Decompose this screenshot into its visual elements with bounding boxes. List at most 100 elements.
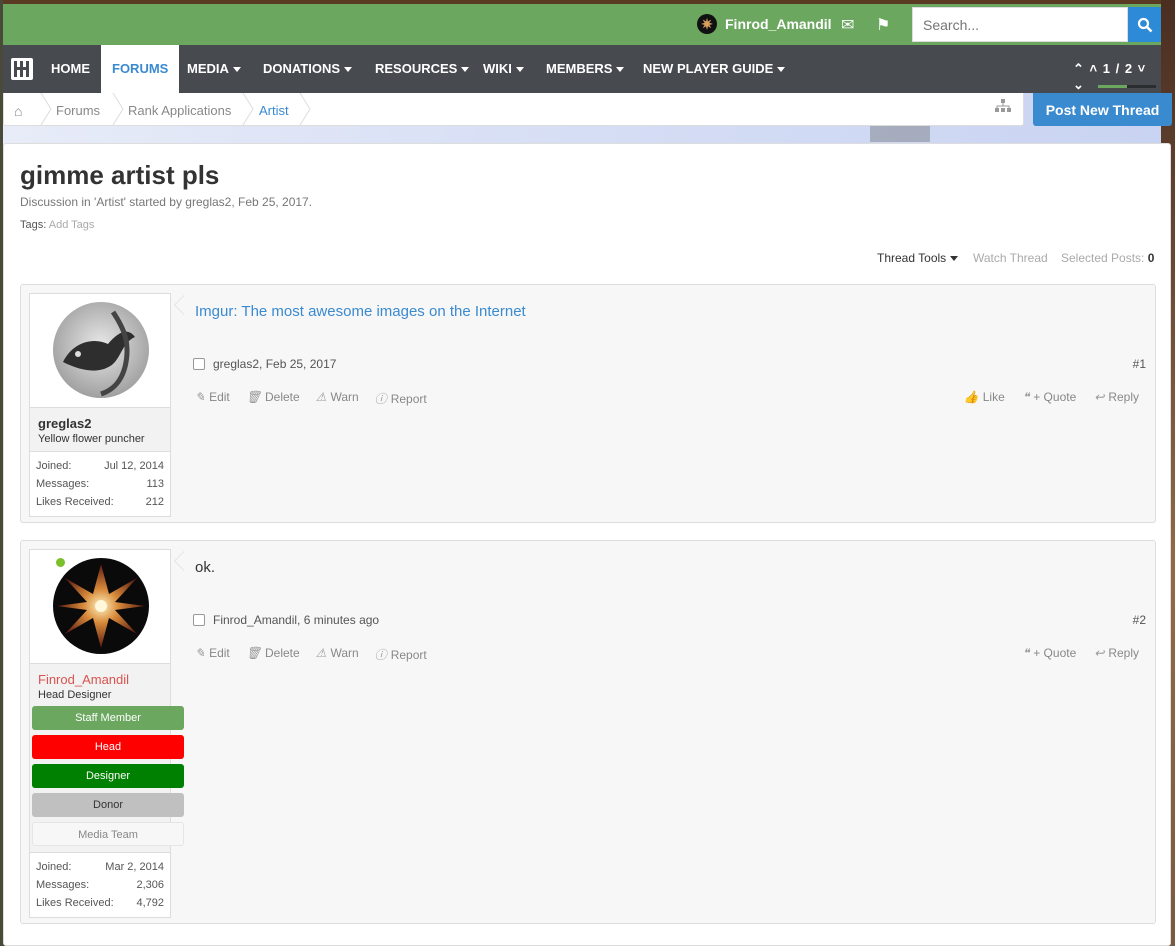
reply-button[interactable]: ↩ Reply: [1094, 390, 1139, 404]
messages-label: Messages:: [36, 478, 90, 490]
trash-icon: 🗑: [245, 390, 261, 404]
reply-button[interactable]: ↩ Reply: [1094, 646, 1139, 660]
thread-description: Discussion in 'Artist' started by gregla…: [20, 195, 313, 209]
joined-value: Mar 2, 2014: [105, 861, 164, 873]
username[interactable]: greglas2: [38, 416, 162, 431]
imgur-link[interactable]: Imgur: The most awesome images on the In…: [195, 303, 526, 320]
post-2: Finrod_Amandil Head Designer Staff Membe…: [20, 540, 1156, 924]
chevron-down-icon: [616, 67, 625, 73]
avatar[interactable]: [53, 558, 149, 654]
mail-icon[interactable]: ✉: [841, 15, 854, 35]
edit-button[interactable]: ✎ Edit: [195, 390, 230, 407]
username[interactable]: Finrod_Amandil: [38, 672, 162, 687]
post-number[interactable]: #1: [1133, 357, 1146, 371]
user-card: Finrod_Amandil Head Designer Staff Membe…: [29, 549, 184, 918]
search-button[interactable]: [1128, 7, 1161, 42]
likes-label: Likes Received:: [36, 496, 114, 508]
post-number[interactable]: #2: [1133, 613, 1146, 627]
user-stats: Joined: Jul 12, 2014 Messages: 113 Likes R…: [30, 451, 170, 516]
thumbs-up-icon: 👍: [963, 390, 979, 404]
flag-icon[interactable]: ⚑: [876, 15, 890, 35]
chevron-down-icon: [344, 67, 353, 73]
nav-media[interactable]: MEDIA: [187, 45, 241, 93]
nav-home[interactable]: HOME: [51, 45, 90, 93]
user-stats: Joined: Mar 2, 2014 Messages: 2,306 Likes …: [30, 852, 170, 917]
badge-staff-member: Staff Member: [32, 706, 184, 730]
site-logo-icon[interactable]: [11, 58, 33, 80]
watch-thread-link[interactable]: Watch Thread: [973, 251, 1048, 265]
post-actions: ✎ Edit 🗑 Delete ⚠ Warn ⓘ Report: [195, 390, 443, 407]
reply-icon: ↩: [1094, 646, 1105, 660]
user-menu[interactable]: ✷ Finrod_Amandil: [697, 14, 832, 34]
post-new-thread-button[interactable]: Post New Thread: [1033, 93, 1172, 126]
add-tags-link[interactable]: Add Tags: [49, 219, 95, 231]
page-indicator: 1 / 2: [1102, 61, 1134, 76]
likes-value: 4,792: [136, 897, 164, 909]
badge-media-team: Media Team: [32, 822, 184, 846]
info-icon: ⓘ: [374, 648, 387, 662]
nav-resources[interactable]: RESOURCES: [375, 45, 470, 93]
post-body: ok.: [195, 559, 216, 576]
user-info: Finrod_Amandil Head Designer Staff Membe…: [30, 663, 184, 852]
breadcrumb-rank-applications[interactable]: Rank Applications: [128, 98, 231, 130]
post-reactions: ❝ + Quote ↩ Reply: [1005, 646, 1139, 660]
search-icon: [1137, 17, 1152, 32]
background-tower: [870, 126, 930, 142]
select-post-checkbox[interactable]: [193, 614, 205, 626]
edit-button[interactable]: ✎ Edit: [195, 646, 230, 663]
warn-button[interactable]: ⚠ Warn: [316, 646, 359, 663]
selected-posts: Selected Posts: 0: [1061, 251, 1154, 265]
quote-icon: ❝: [1022, 646, 1030, 660]
warning-icon: ⚠: [315, 390, 327, 404]
last-page-icon[interactable]: ⌄: [1073, 77, 1085, 92]
like-button[interactable]: 👍 Like: [964, 390, 1005, 404]
warning-icon: ⚠: [315, 646, 327, 660]
prev-page-icon[interactable]: ˄: [1090, 61, 1099, 76]
select-post-checkbox[interactable]: [193, 358, 205, 370]
user-title: Head Designer: [38, 689, 112, 701]
chevron-down-icon: [461, 67, 470, 73]
nav-new-player-guide[interactable]: NEW PLAYER GUIDE: [643, 45, 786, 93]
online-indicator: [56, 558, 65, 567]
home-icon[interactable]: ⌂: [14, 98, 22, 130]
likes-value: 212: [145, 496, 164, 508]
post-author-date[interactable]: Finrod_Amandil, 6 minutes ago: [213, 613, 379, 627]
nav-wiki[interactable]: WIKI: [483, 45, 524, 93]
next-page-icon[interactable]: ˅: [1138, 61, 1147, 76]
delete-button[interactable]: 🗑 Delete: [246, 646, 300, 663]
nav-donations[interactable]: DONATIONS: [263, 45, 353, 93]
chevron-down-icon: [950, 256, 959, 262]
post-meta: Finrod_Amandil, 6 minutes ago: [193, 613, 379, 627]
first-page-icon[interactable]: ⌃: [1073, 61, 1085, 76]
quote-button[interactable]: ❝ + Quote: [1023, 646, 1077, 660]
joined-value: Jul 12, 2014: [104, 460, 164, 472]
top-bar: ✷ Finrod_Amandil ✉ ⚑: [3, 4, 1161, 45]
tags-label: Tags:: [20, 219, 47, 231]
thread-tools-label: Thread Tools: [877, 251, 947, 265]
breadcrumb-artist[interactable]: Artist: [259, 98, 289, 130]
trash-icon: 🗑: [245, 646, 261, 660]
post-1: greglas2 Yellow flower puncher Joined: Ju…: [20, 284, 1156, 523]
page-jump[interactable]: ⌃ ˄ 1 / 2 ˅ ⌄: [1073, 61, 1161, 93]
breadcrumb-forums[interactable]: Forums: [56, 98, 100, 130]
post-body: Imgur: The most awesome images on the In…: [195, 303, 526, 320]
warn-button[interactable]: ⚠ Warn: [316, 390, 359, 407]
delete-button[interactable]: 🗑 Delete: [246, 390, 300, 407]
search-box: [912, 7, 1128, 42]
report-button[interactable]: ⓘ Report: [375, 646, 427, 663]
sitemap-icon[interactable]: [995, 99, 1011, 116]
thread-tags: Tags: Add Tags: [20, 219, 94, 231]
report-button[interactable]: ⓘ Report: [375, 390, 427, 407]
quote-button[interactable]: ❝ + Quote: [1023, 390, 1077, 404]
nav-members[interactable]: MEMBERS: [546, 45, 625, 93]
nav-forums[interactable]: FORUMS: [101, 45, 180, 93]
pencil-icon: ✎: [195, 390, 206, 404]
search-input[interactable]: [913, 8, 1127, 41]
post-author-date[interactable]: greglas2, Feb 25, 2017: [213, 357, 336, 371]
thread-tools-menu[interactable]: Thread Tools: [877, 251, 959, 265]
reply-icon: ↩: [1094, 390, 1105, 404]
pencil-icon: ✎: [195, 646, 206, 660]
joined-label: Joined:: [36, 460, 72, 472]
avatar[interactable]: [53, 302, 149, 398]
chevron-down-icon: [515, 67, 524, 73]
